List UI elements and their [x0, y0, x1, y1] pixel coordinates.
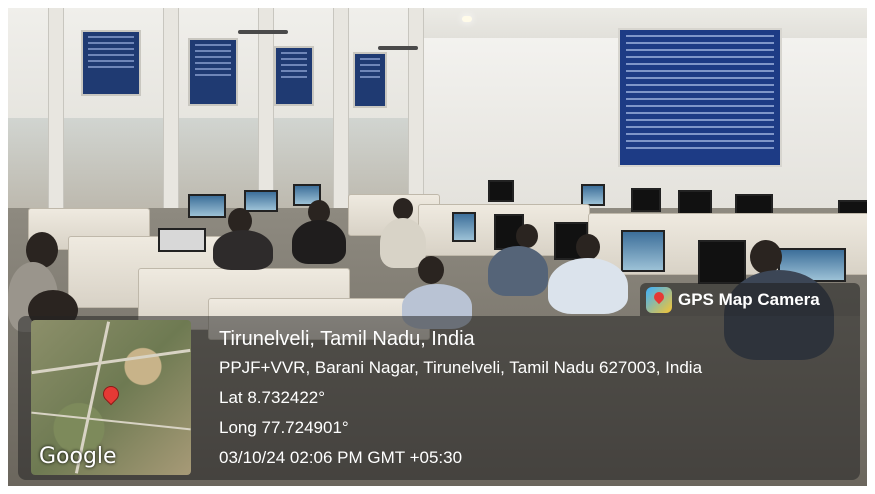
ceiling-fan	[238, 30, 288, 34]
map-thumbnail[interactable]: Google	[31, 320, 191, 475]
projector	[158, 228, 206, 252]
student	[548, 258, 628, 314]
pillar	[258, 8, 274, 208]
student-head	[750, 240, 782, 274]
wall-poster	[81, 30, 141, 96]
monitor	[621, 230, 665, 272]
gps-map-camera-logo-icon	[646, 286, 672, 313]
ceiling-fan	[378, 46, 418, 50]
student-head	[393, 198, 413, 220]
wall-poster	[188, 38, 238, 106]
map-pin-icon	[99, 382, 123, 406]
monitor	[631, 188, 661, 212]
datetime-text: 03/10/24 02:06 PM GMT +05:30	[219, 448, 463, 467]
pillar	[48, 8, 64, 208]
monitor	[188, 194, 226, 218]
map-road	[31, 348, 191, 375]
ceiling-light	[462, 16, 472, 22]
map-road	[31, 411, 191, 431]
student	[488, 246, 548, 296]
monitor	[698, 240, 746, 284]
notice-board	[618, 28, 782, 167]
student	[213, 230, 273, 270]
monitor	[452, 212, 476, 242]
wall-poster	[353, 52, 387, 108]
location-info-card: Google Tirunelveli, Tamil Nadu, India PP…	[18, 316, 860, 480]
pillar	[408, 8, 424, 208]
monitor	[244, 190, 278, 212]
app-name: GPS Map Camera	[678, 289, 820, 309]
map-provider-label: Google	[39, 444, 117, 469]
monitor	[581, 184, 605, 206]
city-text: Tirunelveli, Tamil Nadu, India	[219, 328, 475, 350]
student-head	[418, 256, 444, 284]
student	[292, 220, 346, 264]
gps-map-camera-badge: GPS Map Camera	[640, 283, 860, 316]
latitude-text: Lat 8.732422°	[219, 388, 326, 407]
student-head	[576, 234, 600, 260]
wall-poster	[274, 46, 314, 106]
pillar	[333, 8, 349, 208]
monitor	[488, 180, 514, 202]
pillar	[163, 8, 179, 208]
student	[380, 218, 426, 268]
longitude-text: Long 77.724901°	[219, 418, 349, 437]
address-text: PPJF+VVR, Barani Nagar, Tirunelveli, Tam…	[219, 358, 703, 377]
student-head	[516, 224, 538, 248]
